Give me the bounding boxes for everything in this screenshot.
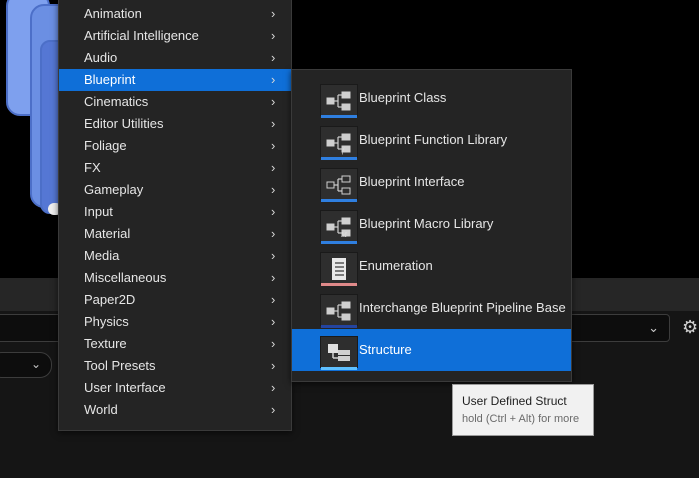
blueprint-function-library-icon: f [320,126,358,160]
chevron-right-icon: › [271,204,276,219]
menu-item-label: Paper2D [84,292,136,307]
menu-item-miscellaneous[interactable]: Miscellaneous › [59,267,291,289]
svg-text:M: M [340,231,348,239]
chevron-down-icon: ⌄ [648,320,659,335]
menu-item-label: Texture [84,336,127,351]
menu-item-label: User Interface [84,380,166,395]
chevron-right-icon: › [271,292,276,307]
enumeration-icon [320,252,358,286]
chevron-down-icon: ⌄ [30,357,41,371]
menu-item-paper2d[interactable]: Paper2D › [59,289,291,311]
submenu-item-blueprint-function-library[interactable]: f Blueprint Function Library [292,119,571,161]
menu-item-label: Animation [84,6,142,21]
gear-icon[interactable]: ⚙ [682,317,698,338]
chevron-right-icon: › [271,336,276,351]
menu-item-texture[interactable]: Texture › [59,333,291,355]
structure-icon [320,336,358,370]
tooltip-hint: hold (Ctrl + Alt) for more [462,413,580,425]
chevron-right-icon: › [271,28,276,43]
chevron-right-icon: › [271,314,276,329]
chevron-right-icon: › [271,402,276,417]
menu-item-blueprint[interactable]: Blueprint › [59,69,291,91]
chevron-right-icon: › [271,50,276,65]
submenu-item-label: Blueprint Class [359,90,447,105]
submenu-item-enumeration[interactable]: Enumeration [292,245,571,287]
chevron-right-icon: › [271,6,276,21]
menu-item-label: Cinematics [84,94,149,109]
menu-item-material[interactable]: Material › [59,223,291,245]
menu-item-label: Tool Presets [84,358,156,373]
chevron-right-icon: › [271,270,276,285]
menu-item-media[interactable]: Media › [59,245,291,267]
menu-item-user-interface[interactable]: User Interface › [59,377,291,399]
menu-item-artificial-intelligence[interactable]: Artificial Intelligence › [59,25,291,47]
menu-item-label: Material [84,226,131,241]
asset-type-color-bar [321,241,357,244]
menu-item-label: Gameplay [84,182,144,197]
blueprint-macro-library-icon: M [320,210,358,244]
menu-item-label: Blueprint [84,72,136,87]
panel-dropdown[interactable]: ⌄ [560,314,670,342]
asset-type-color-bar [321,283,357,286]
tooltip: User Defined Struct hold (Ctrl + Alt) fo… [452,384,594,436]
chevron-right-icon: › [271,358,276,373]
submenu-item-structure[interactable]: Structure [292,329,571,371]
submenu-item-blueprint-class[interactable]: Blueprint Class [292,77,571,119]
menu-item-label: Editor Utilities [84,116,164,131]
menu-item-editor-utilities[interactable]: Editor Utilities › [59,113,291,135]
menu-item-tool-presets[interactable]: Tool Presets › [59,355,291,377]
menu-item-label: Artificial Intelligence [84,28,199,43]
menu-item-physics[interactable]: Physics › [59,311,291,333]
chevron-right-icon: › [271,72,276,87]
menu-item-foliage[interactable]: Foliage › [59,135,291,157]
menu-item-label: Input [84,204,113,219]
menu-item-fx[interactable]: FX › [59,157,291,179]
menu-item-label: Audio [84,50,118,65]
menu-item-label: Media [84,248,120,263]
menu-item-animation[interactable]: Animation › [59,3,291,25]
submenu-item-blueprint-interface[interactable]: Blueprint Interface [292,161,571,203]
asset-type-color-bar [321,325,357,328]
asset-type-color-bar [321,199,357,202]
submenu-item-label: Blueprint Macro Library [359,216,494,231]
submenu-item-interchange-blueprint-pipeline-base[interactable]: Interchange Blueprint Pipeline Base [292,287,571,329]
menu-item-audio[interactable]: Audio › [59,47,291,69]
blueprint-class-icon [320,84,358,118]
asset-type-color-bar [321,157,357,160]
chevron-right-icon: › [271,182,276,197]
menu-item-input[interactable]: Input › [59,201,291,223]
chevron-right-icon: › [271,160,276,175]
chevron-right-icon: › [271,138,276,153]
submenu-item-label: Structure [359,342,412,357]
chevron-right-icon: › [271,380,276,395]
panel-filter-combo[interactable]: ⌄ [0,352,52,378]
menu-item-label: FX [84,160,101,175]
submenu-item-label: Blueprint Interface [359,174,465,189]
menu-item-label: Foliage [84,138,127,153]
blueprint-interface-icon [320,168,358,202]
blueprint-submenu: Blueprint Class f Blueprint Function Libra… [291,69,572,382]
menu-item-gameplay[interactable]: Gameplay › [59,179,291,201]
submenu-item-label: Interchange Blueprint Pipeline Base [359,300,566,315]
menu-item-label: Miscellaneous [84,270,167,285]
submenu-item-blueprint-macro-library[interactable]: M Blueprint Macro Library [292,203,571,245]
interchange-pipeline-icon [320,294,358,328]
chevron-right-icon: › [271,226,276,241]
chevron-right-icon: › [271,116,276,131]
chevron-right-icon: › [271,94,276,109]
menu-item-label: World [84,402,118,417]
tooltip-title: User Defined Struct [462,394,567,408]
menu-item-label: Physics [84,314,129,329]
asset-type-color-bar [321,115,357,118]
asset-type-color-bar [321,367,357,370]
submenu-item-label: Enumeration [359,258,433,273]
submenu-item-label: Blueprint Function Library [359,132,508,147]
menu-item-cinematics[interactable]: Cinematics › [59,91,291,113]
menu-item-world[interactable]: World › [59,399,291,421]
add-new-category-menu: Animation › Artificial Intelligence › Audio ›… [58,0,292,431]
chevron-right-icon: › [271,248,276,263]
